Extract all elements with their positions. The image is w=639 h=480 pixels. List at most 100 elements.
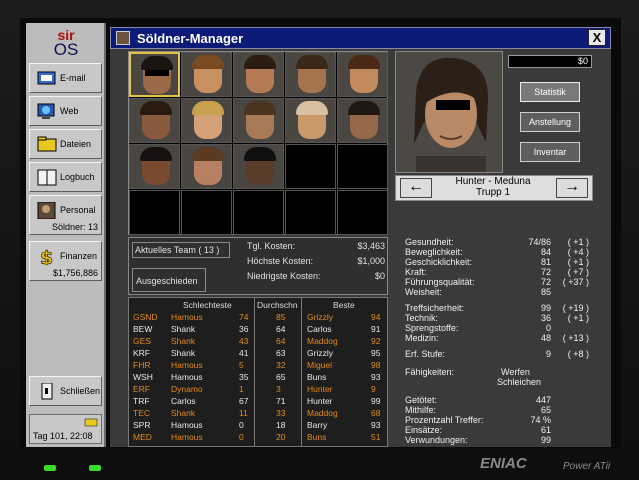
average-value: 71 [276,396,286,406]
merc-portrait-slot[interactable] [181,98,232,143]
sidebar-item-personnel[interactable]: Personal Söldner: 13 [29,195,102,235]
portrait-hair [192,101,224,115]
stat-abbr: TRF [133,396,150,406]
merc-portrait-slot[interactable] [181,52,232,97]
record-row: Mithilfe: 65 [405,405,591,415]
window-icon [116,31,130,45]
next-merc-button[interactable]: → [556,178,588,198]
sidebar-item-web[interactable]: Web [29,96,102,126]
sidebar-item-files[interactable]: Dateien [29,129,102,159]
finance-amount: $1,756,886 [52,268,98,278]
stats-button[interactable]: Statistik [520,82,580,102]
record-label: Einsätze: [405,425,443,435]
record-label: Prozentzahl Treffer: [405,415,484,425]
clock-text: Tag 101, 22:08 [33,431,93,441]
sidebar-item-close[interactable]: Schließen [29,376,102,406]
merc-portrait-slot[interactable] [233,144,284,189]
attribute-bonus: ( +1 ) [567,313,589,323]
best-name: Grizzly [307,312,333,322]
merc-portrait-slot[interactable] [337,98,388,143]
worst-value: 74 [239,312,249,322]
attribute-value: 0 [545,323,551,333]
worst-name: Carlos [171,396,196,406]
attribute-bonus: ( +7 ) [567,267,589,277]
sidebar-item-email[interactable]: E-mail [29,63,102,93]
attribute-bonus: ( +37 ) [562,277,589,287]
sidebar: sir OS E-mail Web Dateien Logbuch Person… [26,23,106,447]
record-value: 61 [540,425,551,435]
merc-portrait-slot[interactable] [129,52,180,97]
close-button[interactable]: X [588,29,606,46]
best-name: Grizzly [307,348,333,358]
empty-portrait-slot [181,190,232,235]
retired-label: Ausgeschieden [136,276,198,286]
worst-name: Shank [171,336,196,346]
inventory-button[interactable]: Inventar [520,142,580,162]
attribute-value: 72 [540,267,551,277]
merc-portrait-slot[interactable] [129,144,180,189]
sidebar-item-finances[interactable]: $ Finanzen $1,756,886 [29,241,102,281]
merc-portrait-slot[interactable] [181,144,232,189]
portrait-hair [192,147,224,161]
sidebar-item-label: Finanzen [60,251,98,261]
sidebar-item-logbook[interactable]: Logbuch [29,162,102,192]
record-value: 99 [540,435,551,445]
dollar-icon: $ [40,248,54,265]
team-stats-table: Schlechteste Durchschn Beste GSND Hamous 7… [128,297,388,447]
record-value: 65 [540,405,551,415]
worst-value: 0 [239,432,244,442]
skills-label: Fähigkeiten: [405,367,455,377]
best-value: 9 [371,384,376,394]
current-team-label: Aktuelles Team ( 13 ) [135,245,220,255]
worst-name: Hamous [171,312,203,322]
average-value: 64 [276,324,286,334]
stat-abbr: MED [133,432,152,442]
portrait-hair [140,147,172,161]
attribute-value: 81 [540,257,551,267]
stats-row: TRF Carlos 67 71 Hunter 99 [131,396,387,407]
contract-button[interactable]: Anstellung [520,112,580,132]
best-name: Hunter [307,384,333,394]
attribute-row: Führungsqualität: 72 ( +37 ) [405,277,591,287]
record-row: Prozentzahl Treffer: 74 % [405,415,591,425]
record-row: Verwundungen: 99 [405,435,591,445]
stats-row: FHR Hamous 5 32 Miguel 98 [131,360,387,371]
best-value: 93 [371,372,381,382]
portrait-hair [348,101,380,115]
stat-abbr: TEC [133,408,150,418]
average-value: 20 [276,432,286,442]
merc-portrait-slot[interactable] [285,52,336,97]
worst-name: Dynamo [171,384,203,394]
cost-row: Niedrigste Kosten: $0 [247,271,385,283]
sidebar-item-label: Logbuch [60,172,95,182]
mercenary-manager-window: Söldner-Manager X Aktuelles Team ( 13 ) … [110,27,611,447]
window-title: Söldner-Manager [137,31,244,46]
attribute-value: 72 [540,277,551,287]
merc-portrait-slot[interactable] [233,98,284,143]
worst-name: Hamous [171,372,203,382]
skill-name: Werfen [501,367,530,377]
attribute-row: Medizin: 48 ( +13 ) [405,333,591,343]
attribute-label: Sprengstoffe: [405,323,459,333]
folder-icon [37,136,57,152]
merc-portrait-slot[interactable] [285,98,336,143]
cost-label: Tgl. Kosten: [247,241,296,251]
merc-portrait-slot[interactable] [233,52,284,97]
portrait-hair [296,55,328,69]
attribute-bonus: ( +4 ) [567,247,589,257]
merc-portrait-slot[interactable] [337,52,388,97]
record-label: Verwundungen: [405,435,468,445]
attribute-row: Technik: 36 ( +1 ) [405,313,591,323]
stat-abbr: ERF [133,384,150,394]
stats-row: WSH Hamous 35 65 Buns 93 [131,372,387,383]
worst-name: Hamous [171,360,203,370]
attribute-label: Beweglichkeit: [405,247,463,257]
cost-label: Niedrigste Kosten: [247,271,321,281]
current-team-button[interactable]: Aktuelles Team ( 13 ) [132,242,230,258]
merc-portrait-slot[interactable] [129,98,180,143]
retired-button[interactable]: Ausgeschieden [132,268,206,292]
prev-merc-button[interactable]: ← [400,178,432,198]
brand-model: Power ATii [563,461,611,472]
record-label: Getötet: [405,395,438,405]
record-row: Einsätze: 61 [405,425,591,435]
